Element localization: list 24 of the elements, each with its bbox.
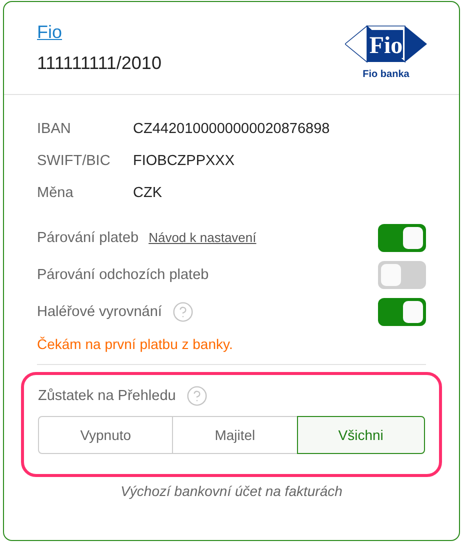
help-icon[interactable] bbox=[186, 385, 208, 407]
segment-button[interactable]: Majitel bbox=[172, 416, 298, 454]
toggle-switch[interactable] bbox=[378, 298, 426, 326]
help-icon[interactable] bbox=[172, 300, 194, 322]
toggle-switch[interactable] bbox=[378, 224, 426, 252]
toggle-switch[interactable] bbox=[378, 260, 426, 288]
detail-label: IBAN bbox=[37, 121, 72, 137]
bank-logo: Fio Fio banka bbox=[345, 22, 427, 80]
setting-label: Párování odchozích plateb bbox=[37, 266, 209, 282]
bank-link[interactable]: Fio bbox=[37, 22, 62, 43]
detail-label: Měna bbox=[37, 185, 74, 201]
detail-value: FIOBCZPPXXX bbox=[133, 153, 235, 169]
setting-label: Haléřové vyrovnání bbox=[37, 304, 162, 320]
footer-note: Výchozí bankovní účet na fakturách bbox=[120, 483, 344, 499]
account-number: 111111111/2010 bbox=[37, 53, 162, 74]
setting-label: Párování plateb bbox=[37, 230, 139, 246]
setup-guide-link[interactable]: Návod k nastavení bbox=[148, 230, 256, 245]
balance-title: Zůstatek na Přehledu bbox=[38, 388, 176, 404]
warning-message: Čekám na první platbu z banky. bbox=[37, 336, 234, 352]
detail-label: SWIFT/BIC bbox=[37, 153, 112, 169]
detail-value: CZ4420100000000020876898 bbox=[133, 121, 330, 137]
segment-button[interactable]: Všichni bbox=[296, 416, 425, 454]
segment-button[interactable]: Vypnuto bbox=[38, 416, 174, 454]
detail-value: CZK bbox=[133, 185, 162, 201]
